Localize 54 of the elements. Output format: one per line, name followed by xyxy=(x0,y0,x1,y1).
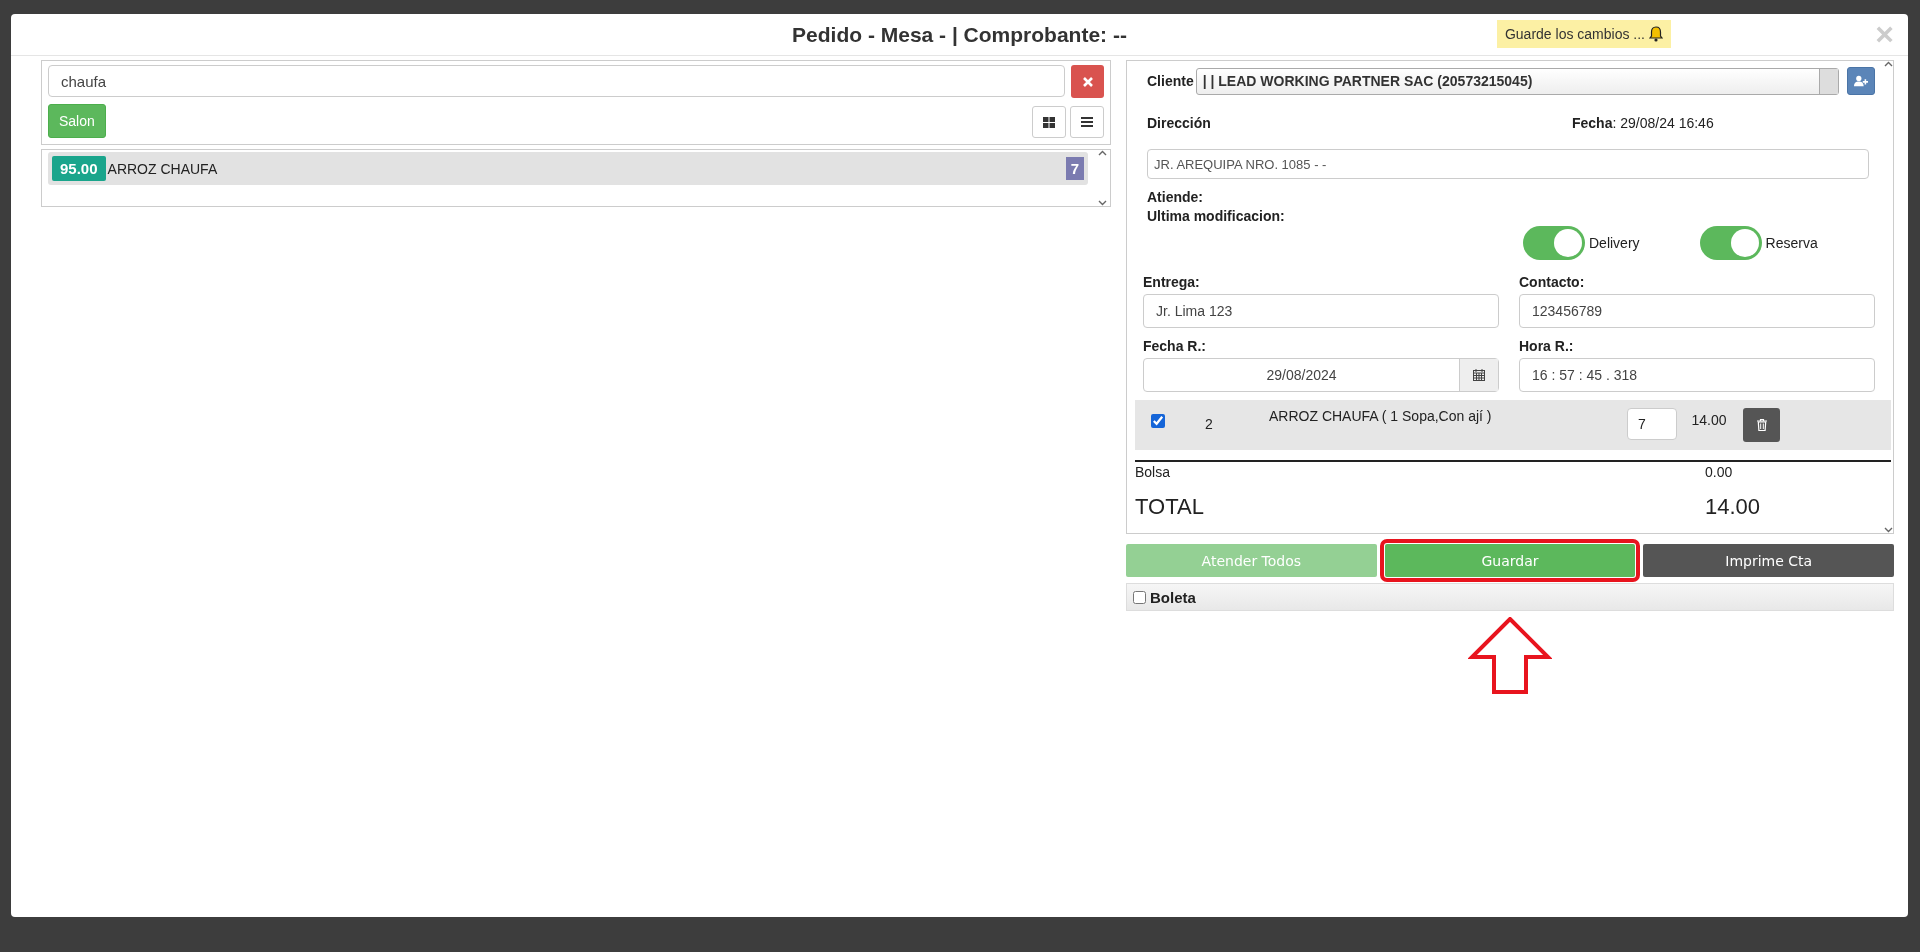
item-amount: 14.00 xyxy=(1690,412,1728,428)
product-item[interactable]: 95.00 ARROZ CHAUFA 7 xyxy=(48,152,1088,185)
atiende-label: Atiende: xyxy=(1146,189,1204,205)
item-checkbox[interactable] xyxy=(1151,414,1165,428)
item-number: 2 xyxy=(1204,416,1214,432)
address-field[interactable]: JR. AREQUIPA NRO. 1085 - - xyxy=(1147,149,1869,179)
bolsa-amount: 0.00 xyxy=(1705,464,1733,480)
list-view-button[interactable] xyxy=(1070,106,1104,138)
field-label: Entrega: xyxy=(1143,274,1201,290)
toggle-switch[interactable] xyxy=(1699,226,1762,260)
time-field[interactable]: 16 : 57 : 45 . 318 xyxy=(1519,358,1875,392)
dialog-title: Pedido - Mesa - | Comprobante: -- xyxy=(792,22,1127,47)
product-name: ARROZ CHAUFA xyxy=(107,160,219,177)
toggle-switch[interactable] xyxy=(1523,226,1585,260)
field-label: Fecha R.: xyxy=(1143,338,1207,354)
clear-button[interactable] xyxy=(1071,65,1104,98)
grid-icon xyxy=(1043,116,1055,128)
input-field[interactable]: Jr. Lima 123 xyxy=(1143,294,1499,328)
input-field[interactable]: 123456789 xyxy=(1519,294,1875,328)
order-date: Fecha: 29/08/24 16:46 xyxy=(1572,115,1714,131)
toggle-label: Delivery xyxy=(1589,235,1640,251)
save-notice: Guarde los cambios ... xyxy=(1496,20,1671,48)
direccion-label: Dirección xyxy=(1147,115,1212,131)
bolsa-label: Bolsa xyxy=(1135,464,1172,480)
total-amount: 14.00 xyxy=(1705,494,1761,520)
modified-label: Ultima modificacion: xyxy=(1146,208,1286,224)
client-select[interactable]: | | LEAD WORKING PARTNER SAC (20573215045) xyxy=(1195,67,1839,95)
search-field[interactable]: chaufa xyxy=(48,65,1065,97)
field-label: Contacto: xyxy=(1519,274,1586,290)
delete-button[interactable] xyxy=(1743,408,1780,442)
add-client-button[interactable] xyxy=(1847,67,1875,95)
field-label: Hora R.: xyxy=(1519,338,1575,354)
grid-view-button[interactable] xyxy=(1032,106,1066,138)
price-badge: 95.00 xyxy=(52,156,106,181)
boleta-label: Boleta xyxy=(1150,588,1196,606)
bell-icon xyxy=(1649,26,1663,42)
action-button[interactable]: Imprime Cta xyxy=(1643,544,1894,577)
scroll-down-icon[interactable] xyxy=(1883,527,1893,533)
toggle-label: Reserva xyxy=(1765,235,1818,251)
scroll-up-icon[interactable] xyxy=(1097,150,1107,156)
scroll-up-icon[interactable] xyxy=(1883,61,1893,67)
total-label: TOTAL xyxy=(1135,494,1205,520)
item-name: ARROZ CHAUFA ( 1 Sopa,Con ají ) xyxy=(1269,408,1493,424)
calendar-icon xyxy=(1473,369,1485,381)
boleta-checkbox[interactable] xyxy=(1133,590,1146,604)
scroll-down-icon[interactable] xyxy=(1097,200,1107,206)
quantity-field[interactable]: 7 xyxy=(1627,408,1677,440)
date-field[interactable]: 29/08/2024 xyxy=(1143,358,1499,392)
menu-icon xyxy=(1081,117,1093,127)
close-icon xyxy=(1082,76,1093,87)
count-badge: 7 xyxy=(1065,157,1084,180)
cliente-label: Cliente xyxy=(1147,73,1194,89)
trash-icon xyxy=(1756,419,1767,431)
add-user-icon xyxy=(1854,75,1868,87)
